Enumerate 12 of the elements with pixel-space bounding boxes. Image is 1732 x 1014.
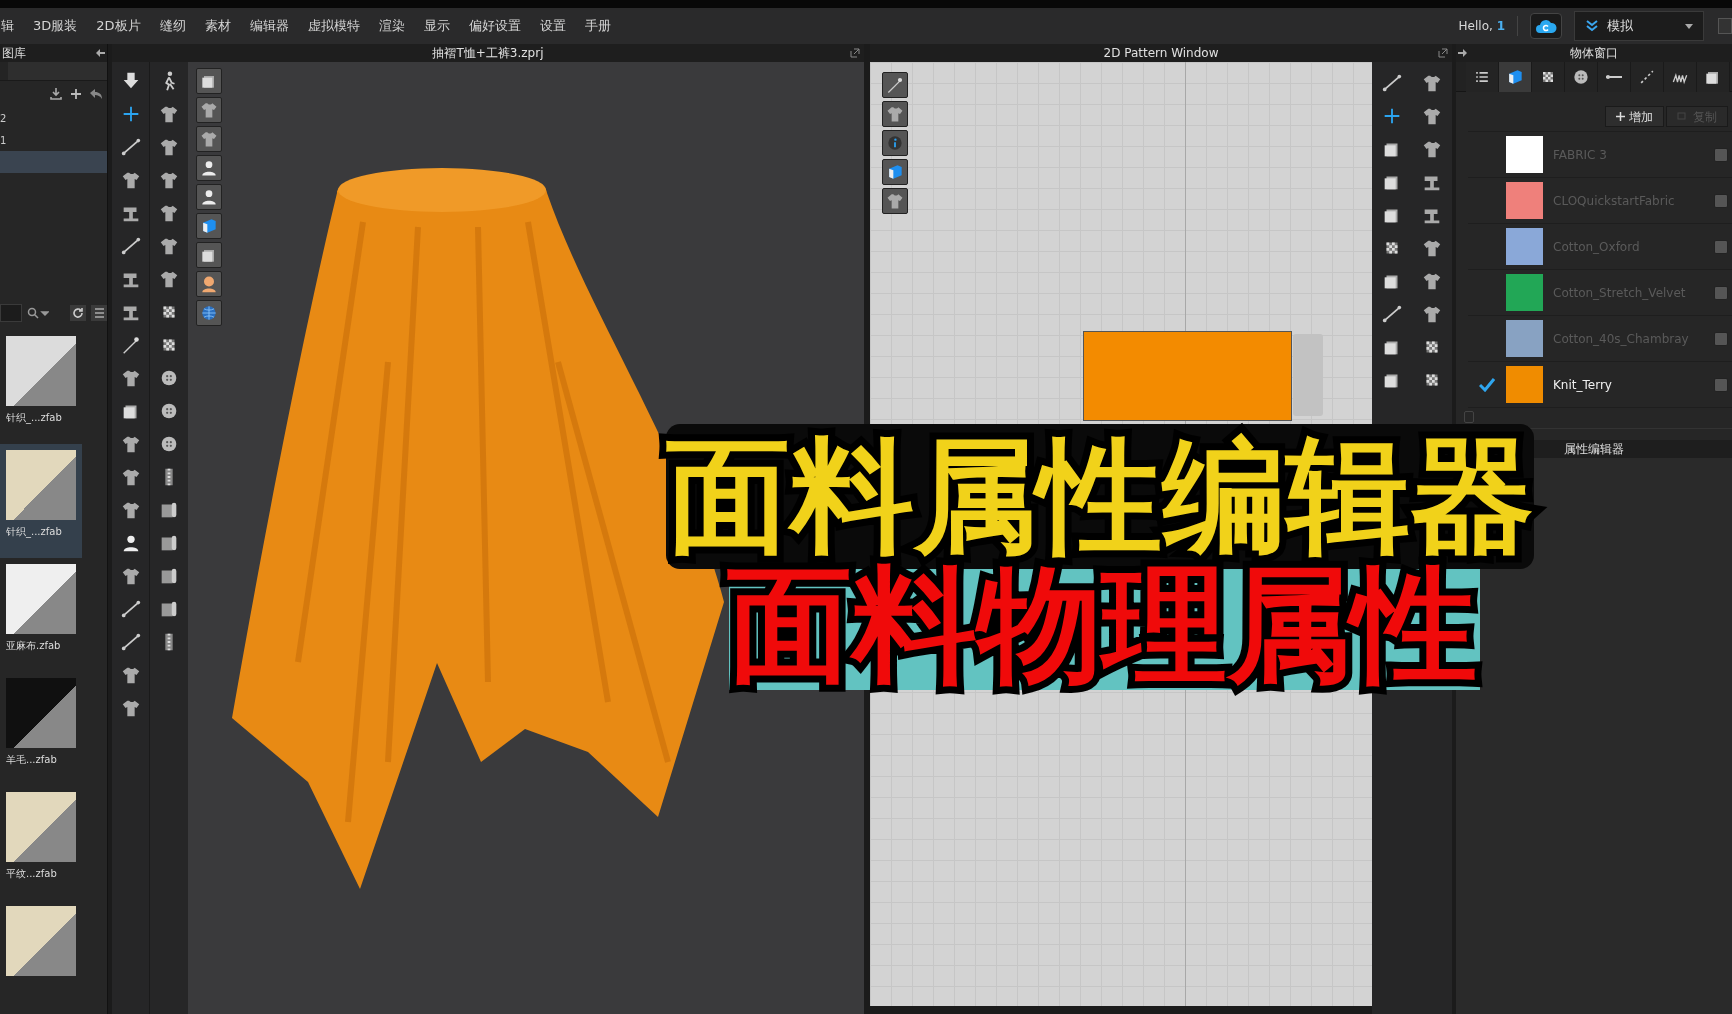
window-title: 2D Pattern Window — [1103, 45, 1219, 62]
thumbnail-label: 针织_...zfab — [6, 525, 63, 539]
panel-title: 物体窗口 — [1570, 45, 1618, 62]
thumbnail-label: 亚麻布.zfab — [6, 639, 62, 653]
thumbnail-label: 平纹...zfab — [6, 867, 58, 881]
panel-title: 属性编辑器 — [1564, 441, 1624, 458]
greeting-text: Hello, 1 — [1458, 18, 1505, 35]
thumbnail-label: 针织_...zfab — [6, 411, 63, 425]
panel-title: 图库 — [2, 45, 26, 62]
thumbnail-label: 羊毛...zfab — [6, 753, 58, 767]
fabric-name: Knit_Terry — [1553, 376, 1613, 394]
window-title: 抽褶T恤+工裤3.zprj — [432, 45, 544, 62]
